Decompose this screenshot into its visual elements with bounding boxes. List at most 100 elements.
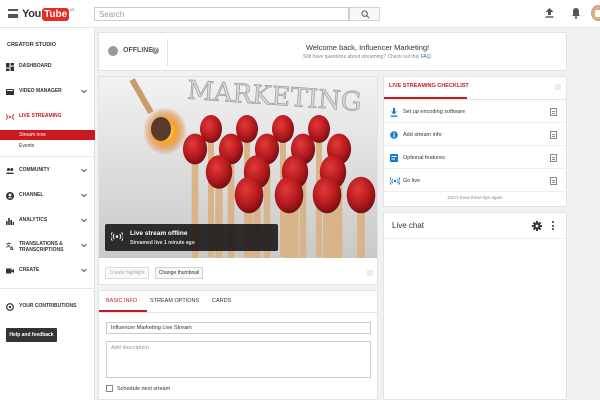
sidebar-heading: CREATOR STUDIO <box>7 42 56 48</box>
channel-icon <box>6 192 14 200</box>
logo-you-text: You <box>22 8 42 20</box>
search-icon <box>361 10 370 19</box>
chevron-down-icon[interactable] <box>81 168 87 173</box>
stream-preview-card: MARKETING Live stream offline Streamed l… <box>98 76 378 285</box>
tab-cards[interactable]: CARDS <box>212 298 231 304</box>
download-icon <box>390 108 398 117</box>
create-highlight-button[interactable]: Create highlight <box>105 267 149 279</box>
help-and-feedback-button[interactable]: Help and feedback <box>6 328 57 342</box>
sidebar-item-analytics[interactable]: ANALYTICS <box>0 214 95 228</box>
stream-status-overlay: Live stream offline Streamed live 1 minu… <box>105 224 278 251</box>
schedule-checkbox[interactable] <box>106 385 113 392</box>
sidebar-item-label: CHANNEL <box>19 192 44 199</box>
sidebar-divider <box>0 288 95 289</box>
checklist-item-optional-features[interactable]: Optional features <box>384 147 566 169</box>
chevron-down-icon[interactable] <box>81 243 87 248</box>
tab-divider <box>99 312 377 313</box>
stream-offline-title: Live stream offline <box>130 230 188 237</box>
sidebar-item-your-contributions[interactable]: YOUR CONTRIBUTIONS <box>0 300 95 314</box>
info-icon <box>390 131 398 139</box>
live-broadcast-icon <box>111 232 123 241</box>
checklist-item-encoding[interactable]: Set up encoding software <box>384 101 566 123</box>
description-input[interactable]: Add description <box>106 341 371 378</box>
video-manager-icon <box>6 89 14 95</box>
welcome-divider <box>167 39 168 66</box>
sidebar-item-community[interactable]: COMMUNITY <box>0 164 95 178</box>
account-avatar[interactable] <box>591 5 600 21</box>
checklist-title: LIVE STREAMING CHECKLIST <box>389 83 469 89</box>
more-options-icon[interactable] <box>551 221 555 231</box>
upload-icon[interactable] <box>545 8 554 18</box>
dashboard-icon <box>6 63 14 71</box>
youtube-logo[interactable]: You Tube IN <box>22 6 74 22</box>
checklist-item-stream-info[interactable]: Add stream info <box>384 124 566 146</box>
help-question-icon[interactable]: ? <box>152 47 159 54</box>
create-icon <box>6 268 14 274</box>
creator-studio-page: You Tube IN Search CREATOR STUDIO DASHBO… <box>0 0 600 400</box>
chevron-down-icon[interactable] <box>81 89 87 94</box>
welcome-subtitle-end: . <box>430 54 432 60</box>
sidebar-item-label: LIVE STREAMING <box>19 113 62 120</box>
change-thumbnail-button[interactable]: Change thumbnail <box>155 267 203 279</box>
document-icon[interactable] <box>550 177 557 185</box>
stream-status-label: OFFLINE <box>123 47 153 54</box>
live-chat-title: Live chat <box>392 221 425 230</box>
sidebar-subitem-events[interactable]: Events <box>0 141 95 151</box>
drag-handle-icon[interactable] <box>367 270 373 276</box>
checklist-item-go-live[interactable]: Go live <box>384 170 566 192</box>
document-icon[interactable] <box>550 108 557 116</box>
stream-title-input[interactable]: Influencer Marketing Live Stream <box>106 322 371 334</box>
chevron-down-icon[interactable] <box>81 268 87 273</box>
sidebar-item-live-streaming[interactable]: LIVE STREAMING <box>0 110 95 124</box>
settings-gear-icon[interactable] <box>532 221 542 231</box>
schedule-next-stream-option[interactable]: Schedule next stream <box>106 385 170 392</box>
drag-handle-icon[interactable] <box>555 84 561 90</box>
sidebar-item-label: CREATE <box>19 267 40 274</box>
checklist-item-label: Add stream info <box>403 132 442 138</box>
sidebar-subitem-stream-now[interactable]: Stream now <box>0 130 95 140</box>
sidebar-item-label: TRANSLATIONS & TRANSCRIPTIONS <box>19 241 64 253</box>
sidebar-item-translations[interactable]: 文 A TRANSLATIONS & TRANSCRIPTIONS <box>0 239 95 255</box>
features-icon <box>390 154 398 162</box>
sidebar-item-channel[interactable]: CHANNEL <box>0 189 95 203</box>
logo-tube-text: Tube <box>42 7 70 21</box>
notifications-bell-icon[interactable] <box>571 7 581 19</box>
live-icon <box>6 113 14 121</box>
community-icon <box>6 168 14 174</box>
sidebar-item-video-manager[interactable]: VIDEO MANAGER <box>0 85 95 99</box>
stream-info-card: BASIC INFO STREAM OPTIONS CARDS Influenc… <box>98 290 378 400</box>
sidebar-item-dashboard[interactable]: DASHBOARD <box>0 60 95 74</box>
checklist-item-label: Set up encoding software <box>403 109 466 115</box>
document-icon[interactable] <box>550 131 557 139</box>
svg-text:A: A <box>10 246 14 250</box>
sidebar-item-create[interactable]: CREATE <box>0 264 95 278</box>
hamburger-menu-icon[interactable] <box>8 9 18 18</box>
live-broadcast-icon <box>390 177 400 185</box>
faq-link[interactable]: FAQ <box>421 54 431 60</box>
hide-tips-link[interactable]: Don't show these tips again <box>384 195 566 200</box>
analytics-icon <box>6 218 14 225</box>
offline-status-dot <box>108 46 118 56</box>
stream-thumbnail: MARKETING Live stream offline Streamed l… <box>99 77 377 258</box>
tab-basic-info[interactable]: BASIC INFO <box>106 298 137 304</box>
translate-icon: 文 A <box>6 242 14 250</box>
creator-studio-sidebar: CREATOR STUDIO DASHBOARD VIDEO MANAGER L… <box>0 28 95 400</box>
tab-stream-options[interactable]: STREAM OPTIONS <box>150 298 199 304</box>
search-input[interactable]: Search <box>94 7 349 21</box>
welcome-card: OFFLINE ? Welcome back, Influencer Marke… <box>98 32 567 71</box>
logo-country-code: IN <box>70 6 75 12</box>
checklist-header-divider <box>384 99 566 100</box>
welcome-title: Welcome back, Influencer Marketing! <box>305 43 430 52</box>
chevron-down-icon[interactable] <box>81 193 87 198</box>
document-icon[interactable] <box>550 154 557 162</box>
chat-header-divider <box>384 238 566 239</box>
sidebar-item-label: ANALYTICS <box>19 217 48 224</box>
welcome-subtitle-text: Still have questions about streaming? Ch… <box>303 54 421 60</box>
translations-label-line2: TRANSCRIPTIONS <box>19 246 64 253</box>
sidebar-item-label: COMMUNITY <box>19 167 50 174</box>
contributions-icon <box>6 303 14 311</box>
checklist-item-label: Optional features <box>403 155 445 161</box>
chevron-down-icon[interactable] <box>81 218 87 223</box>
search-button[interactable] <box>349 7 380 21</box>
sidebar-item-label: DASHBOARD <box>19 63 52 70</box>
